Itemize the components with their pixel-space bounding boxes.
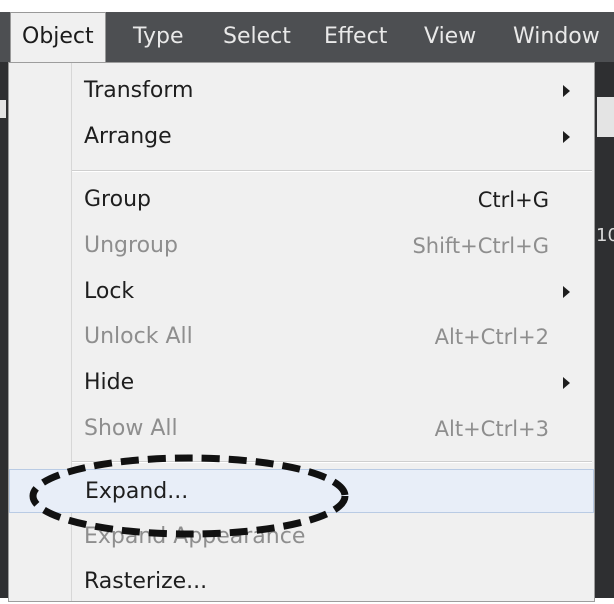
control-panel-field — [597, 97, 614, 137]
menu-item-label: Expand... — [85, 479, 189, 504]
menu-item-show-all[interactable]: Show All Alt+Ctrl+3 — [9, 407, 594, 451]
submenu-arrow-icon — [563, 85, 570, 97]
menu-item-lock[interactable]: Lock — [9, 270, 594, 314]
menu-item-label: Unlock All — [84, 324, 193, 349]
menu-object[interactable]: Object — [10, 12, 106, 62]
menu-item-transform[interactable]: Transform — [9, 69, 594, 113]
toolbar-edge — [0, 100, 6, 118]
object-dropdown-menu: Transform Arrange Group Ctrl+G Ungroup S… — [8, 62, 595, 602]
menu-item-label: Lock — [84, 279, 135, 304]
menu-item-rasterize[interactable]: Rasterize... — [9, 560, 594, 604]
submenu-arrow-icon — [563, 131, 570, 143]
menu-item-label: Expand Appearance — [84, 524, 306, 549]
menu-item-unlock-all[interactable]: Unlock All Alt+Ctrl+2 — [9, 315, 594, 359]
shortcut-label: Alt+Ctrl+3 — [434, 417, 549, 441]
menu-item-label: Show All — [84, 416, 178, 441]
menu-window[interactable]: Window — [502, 12, 611, 62]
menu-item-label: Group — [84, 187, 151, 212]
menu-view[interactable]: View — [413, 12, 487, 62]
menu-item-hide[interactable]: Hide — [9, 361, 594, 405]
menu-select[interactable]: Select — [212, 12, 302, 62]
shortcut-label: Alt+Ctrl+2 — [434, 325, 549, 349]
menu-item-label: Hide — [84, 370, 135, 395]
submenu-arrow-icon — [563, 377, 570, 389]
menu-item-group[interactable]: Group Ctrl+G — [9, 178, 594, 222]
menu-separator-highlight — [72, 462, 592, 463]
menu-item-arrange[interactable]: Arrange — [9, 115, 594, 159]
submenu-arrow-icon — [563, 286, 570, 298]
menu-item-label: Arrange — [84, 124, 172, 149]
ruler-number: 10 — [596, 225, 614, 246]
menu-item-label: Transform — [84, 78, 194, 103]
menu-bar: Object Type Select Effect View Window — [0, 12, 614, 62]
menu-separator-highlight — [72, 171, 592, 172]
menu-item-label: Ungroup — [84, 233, 178, 258]
menu-item-expand-appearance[interactable]: Expand Appearance — [9, 515, 594, 559]
menu-effect[interactable]: Effect — [313, 12, 398, 62]
shortcut-label: Ctrl+G — [477, 188, 549, 212]
shortcut-label: Shift+Ctrl+G — [412, 234, 549, 258]
menu-item-expand[interactable]: Expand... — [9, 469, 594, 513]
menu-item-ungroup[interactable]: Ungroup Shift+Ctrl+G — [9, 224, 594, 268]
menu-item-label: Rasterize... — [84, 569, 208, 594]
menu-type[interactable]: Type — [122, 12, 195, 62]
